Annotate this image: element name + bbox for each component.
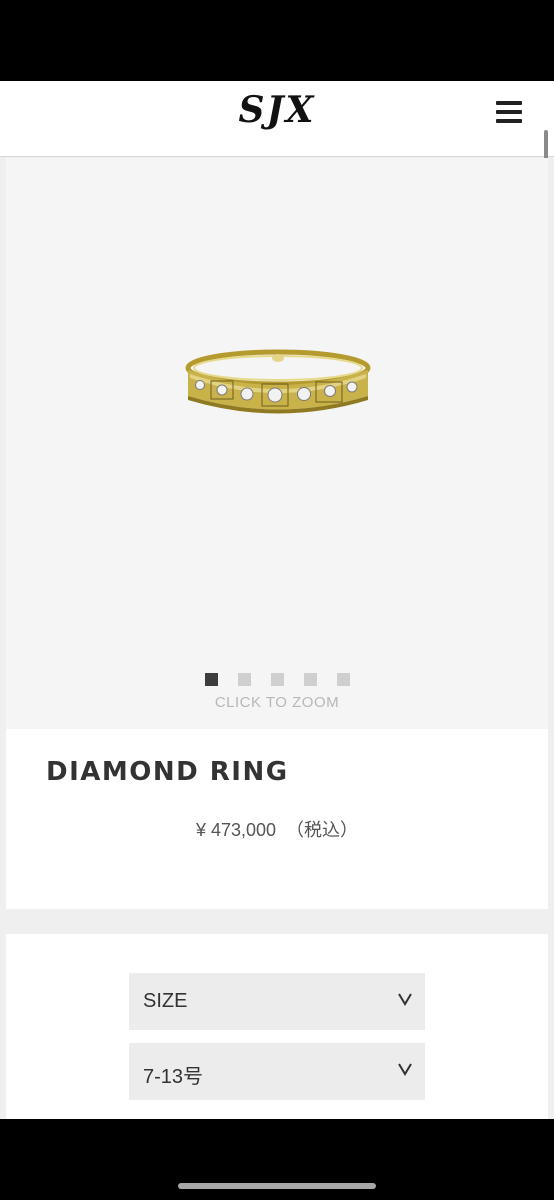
size-select-label: SIZE [143, 990, 188, 1012]
options-card: SIZE 7-13号 [6, 934, 548, 1120]
product-price: ¥ 473,000 （税込） [6, 816, 548, 842]
brand-logo[interactable]: SJX [0, 89, 554, 131]
product-info-card: DIAMOND RING ¥ 473,000 （税込） [6, 729, 548, 909]
bottom-bar [0, 1119, 554, 1200]
carousel-dot-3[interactable] [270, 673, 284, 686]
hamburger-menu-icon[interactable] [494, 99, 524, 125]
diamond-ring-image[interactable] [180, 348, 376, 423]
click-to-zoom-label[interactable]: CLICK TO ZOOM [6, 694, 548, 711]
home-indicator[interactable] [178, 1183, 376, 1189]
chevron-down-icon [398, 993, 412, 1006]
size-select[interactable]: SIZE [129, 973, 425, 1030]
tax-note: （税込） [286, 820, 359, 840]
carousel-dot-4[interactable] [303, 673, 317, 686]
status-bar [0, 0, 554, 81]
size-range-select[interactable]: 7-13号 [129, 1043, 425, 1100]
size-range-label: 7-13号 [143, 1066, 204, 1088]
product-name: DIAMOND RING [46, 757, 289, 787]
carousel-dot-5[interactable] [336, 673, 350, 686]
carousel-dots [6, 673, 548, 686]
product-gallery[interactable]: CLICK TO ZOOM [6, 158, 548, 729]
site-header: SJX [0, 81, 554, 157]
chevron-down-icon [398, 1063, 412, 1076]
carousel-dot-1[interactable] [204, 673, 218, 686]
price-value: ¥ 473,000 [195, 820, 277, 840]
carousel-dot-2[interactable] [237, 673, 251, 686]
